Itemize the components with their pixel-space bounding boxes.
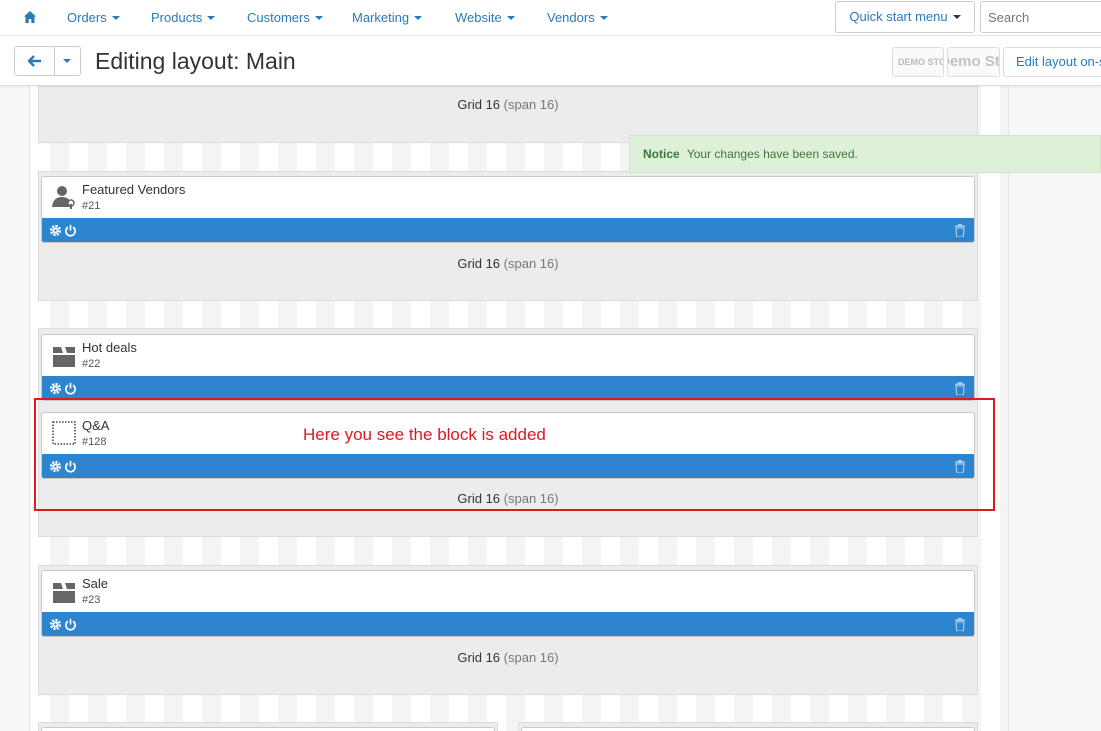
- layout-block[interactable]: [41, 727, 495, 731]
- nav-marketing[interactable]: Marketing: [352, 0, 423, 36]
- search-input[interactable]: [980, 1, 1101, 33]
- gear-icon[interactable]: [49, 224, 62, 237]
- block-action-bar: [42, 218, 974, 242]
- chevron-down-icon: [414, 16, 423, 20]
- trash-icon[interactable]: [954, 382, 966, 395]
- block-name: Q&A: [82, 418, 110, 433]
- nav-vendors-label: Vendors: [547, 10, 595, 25]
- power-icon[interactable]: [64, 460, 77, 473]
- home-icon[interactable]: [23, 10, 37, 24]
- annotation-text: Here you see the block is added: [303, 425, 546, 444]
- block-id: #22: [82, 358, 101, 370]
- block-id: #128: [82, 436, 107, 448]
- box-icon: [53, 347, 75, 367]
- power-icon[interactable]: [64, 382, 77, 395]
- chevron-down-icon: [952, 15, 961, 19]
- grid-label: Grid 16 (span 16): [39, 256, 977, 271]
- quick-start-label: Quick start menu: [849, 9, 948, 24]
- quick-start-menu-button[interactable]: Quick start menu: [835, 1, 975, 33]
- chevron-down-icon: [314, 16, 323, 20]
- store-logo-small[interactable]: DEMO STORE: [892, 47, 944, 77]
- box-icon: [53, 583, 75, 603]
- chevron-down-icon: [111, 16, 120, 20]
- layout-block[interactable]: Hot deals #22: [41, 334, 975, 401]
- block-name: Sale: [82, 576, 109, 591]
- chevron-down-icon: [207, 16, 216, 20]
- block-name: Featured Vendors: [82, 182, 186, 197]
- block-id: #21: [82, 200, 101, 212]
- block-id: #23: [82, 594, 101, 606]
- notice-title: Notice: [643, 147, 680, 161]
- back-button[interactable]: [15, 47, 55, 75]
- block-action-bar: [42, 454, 974, 478]
- store-logo-text: Demo Store: [948, 53, 1000, 70]
- store-logo[interactable]: Demo Store: [947, 47, 1000, 77]
- grid-title: Grid 16: [457, 97, 501, 112]
- page-title: Editing layout: Main: [95, 48, 296, 74]
- chevron-down-icon: [63, 59, 71, 63]
- grid-label: Grid 16 (span 16): [39, 491, 977, 506]
- nav-products-label: Products: [151, 10, 203, 25]
- store-logo-small-text: DEMO STORE: [898, 57, 943, 67]
- grid-span: (span 16): [503, 97, 559, 112]
- nav-website-label: Website: [455, 10, 502, 25]
- block-name: Hot deals: [82, 340, 137, 355]
- nav-orders-label: Orders: [67, 10, 107, 25]
- trash-icon[interactable]: [954, 460, 966, 473]
- edit-layout-on-site-button[interactable]: Edit layout on-site: [1003, 47, 1101, 77]
- grid-span: (span 16): [503, 491, 559, 506]
- nav-customers-label: Customers: [247, 10, 310, 25]
- edit-layout-label: Edit layout on-site: [1016, 54, 1101, 69]
- nav-vendors[interactable]: Vendors: [547, 0, 608, 36]
- back-dropdown-button[interactable]: [55, 47, 80, 75]
- grid-span: (span 16): [503, 650, 559, 665]
- nav-products[interactable]: Products: [151, 0, 216, 36]
- nav-orders[interactable]: Orders: [67, 0, 120, 36]
- notice-message: Notice Your changes have been saved.: [629, 135, 1101, 173]
- nav-website[interactable]: Website: [455, 0, 515, 36]
- layout-block[interactable]: [521, 727, 975, 731]
- gear-icon[interactable]: [49, 460, 62, 473]
- arrow-left-icon: [28, 55, 41, 67]
- grid-label: Grid 16 (span 16): [39, 97, 977, 112]
- layout-block[interactable]: Sale #23: [41, 570, 975, 637]
- power-icon[interactable]: [64, 618, 77, 631]
- notice-text: Your changes have been saved.: [686, 147, 858, 161]
- dotted-square-icon: [52, 421, 76, 445]
- nav-marketing-label: Marketing: [352, 10, 410, 25]
- left-gutter: [0, 86, 30, 731]
- back-button-group: [14, 46, 81, 76]
- top-navigation: Orders Products Customers Marketing Webs…: [0, 0, 1101, 36]
- block-action-bar: [42, 612, 974, 636]
- chevron-down-icon: [506, 16, 515, 20]
- trash-icon[interactable]: [954, 618, 966, 631]
- grid-title: Grid 16: [457, 650, 501, 665]
- vendor-icon: [52, 186, 75, 209]
- layout-block[interactable]: Featured Vendors #21: [41, 176, 975, 243]
- page-toolbar: Editing layout: Main DEMO STORE Demo Sto…: [0, 36, 1101, 86]
- trash-icon[interactable]: [954, 224, 966, 237]
- power-icon[interactable]: [64, 224, 77, 237]
- nav-customers[interactable]: Customers: [247, 0, 323, 36]
- right-gutter: [1008, 86, 1101, 731]
- chevron-down-icon: [599, 16, 608, 20]
- block-action-bar: [42, 376, 974, 400]
- layout-block[interactable]: Q&A #128: [41, 412, 975, 479]
- grid-span: (span 16): [503, 256, 559, 271]
- gear-icon[interactable]: [49, 382, 62, 395]
- grid-label: Grid 16 (span 16): [39, 650, 977, 665]
- grid-title: Grid 16: [457, 256, 501, 271]
- grid-title: Grid 16: [457, 491, 501, 506]
- gear-icon[interactable]: [49, 618, 62, 631]
